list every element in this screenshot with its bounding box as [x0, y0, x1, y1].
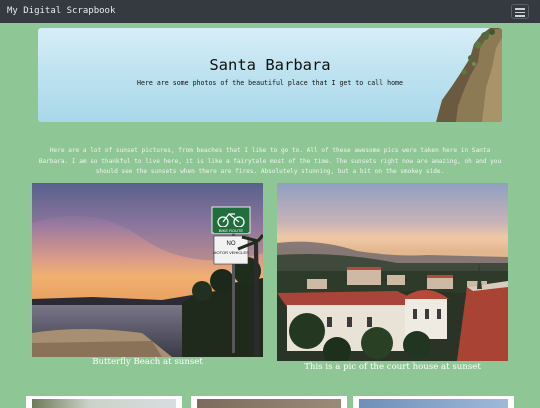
brand-link[interactable]: My Digital Scrapbook: [7, 5, 115, 17]
page-title: Santa Barbara: [209, 56, 331, 74]
sign-top-text: BIKE ROUTE: [219, 228, 244, 233]
sign-bottom-text: MOTOR VEHICLES: [213, 250, 249, 255]
photo-card: [191, 396, 347, 408]
hamburger-icon[interactable]: [511, 4, 529, 19]
photo-card: [26, 396, 182, 408]
photo-court-house: [277, 183, 508, 361]
photo-card: [353, 396, 514, 408]
photo-caption: Butterfly Beach at sunset: [92, 357, 203, 367]
page-subtitle: Here are some photos of the beautiful pl…: [137, 79, 403, 87]
intro-paragraph: Here are a lot of sunset pictures, from …: [38, 147, 502, 175]
photo-caption: This is a pic of the court house at suns…: [304, 362, 481, 372]
photo-butterfly-beach: BIKE ROUTE NO MOTOR VEHICLES: [32, 183, 263, 357]
sign-middle-text: NO: [227, 241, 236, 247]
cliff-image: [436, 28, 502, 122]
navbar: My Digital Scrapbook: [0, 0, 540, 23]
hero-jumbotron: Santa Barbara Here are some photos of th…: [38, 28, 502, 122]
